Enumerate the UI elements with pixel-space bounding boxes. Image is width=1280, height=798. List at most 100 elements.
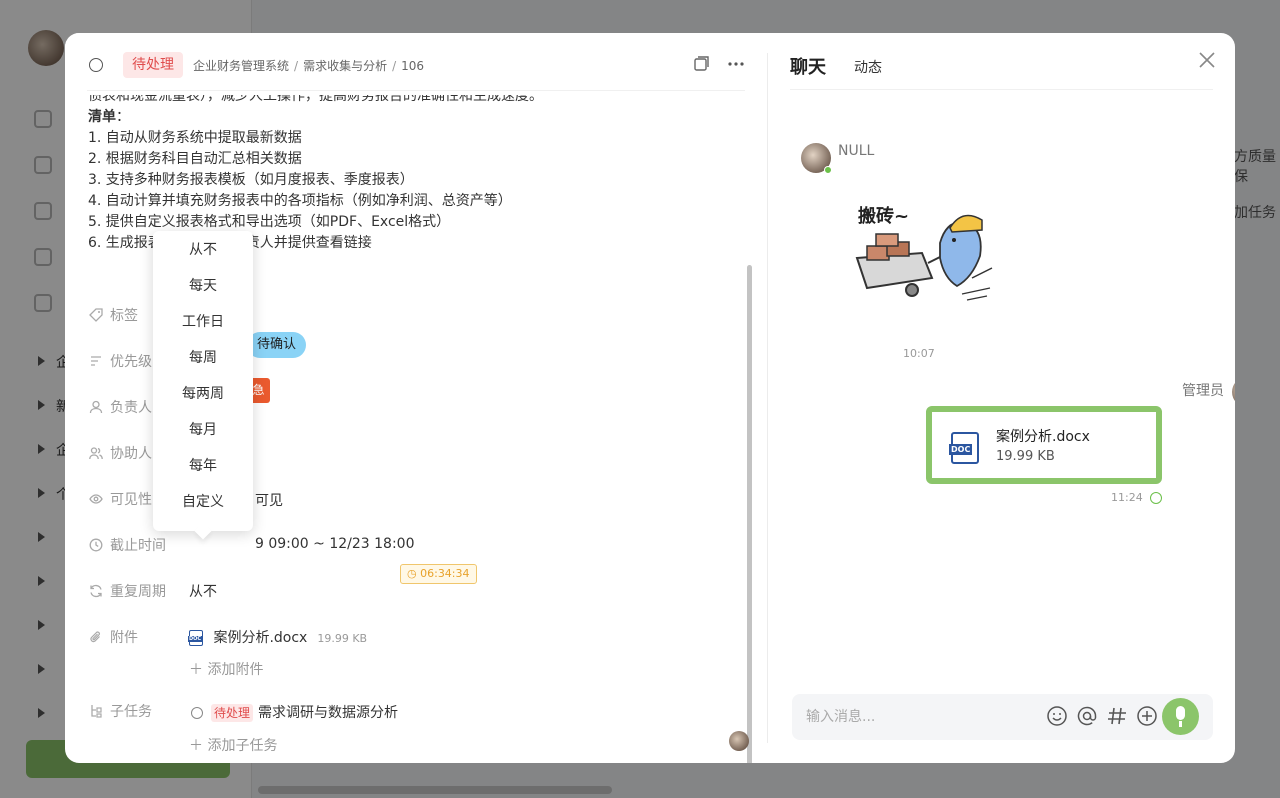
- repeat-option-daily[interactable]: 每天: [153, 268, 253, 304]
- description-item: 1. 自动从财务系统中提取最新数据: [88, 130, 302, 146]
- repeat-option-yearly[interactable]: 每年: [153, 448, 253, 484]
- task-detail-modal: 待处理 企业财务管理系统 / 需求收集与分析/106 债表和现金流量表），减少人工操…: [65, 33, 1235, 763]
- add-subtask-label: 添加子任务: [207, 738, 278, 754]
- attachment-row: 附件: [88, 626, 138, 648]
- paperclip-icon: [88, 629, 104, 645]
- message-time: 11:24: [1111, 491, 1143, 504]
- file-message-card[interactable]: DOC 案例分析.docx 19.99 KB: [926, 406, 1162, 484]
- task-detail-panel: 待处理 企业财务管理系统 / 需求收集与分析/106 债表和现金流量表），减少人工操…: [65, 33, 767, 763]
- hashtag-icon[interactable]: [1105, 705, 1129, 729]
- attachment-size: 19.99 KB: [317, 632, 368, 645]
- eye-icon: [88, 491, 104, 507]
- description-list-title: 清单: [88, 109, 116, 125]
- activity-tab[interactable]: 动态: [854, 57, 882, 77]
- more-icon[interactable]: [727, 55, 745, 77]
- header-divider: [87, 90, 745, 91]
- message-composer: [792, 694, 1213, 740]
- doc-file-icon: [188, 630, 203, 646]
- repeat-label: 重复周期: [110, 584, 166, 600]
- admin-avatar[interactable]: [1232, 377, 1235, 407]
- sender-name: 管理员: [1182, 383, 1224, 399]
- repeat-option-custom[interactable]: 自定义: [153, 484, 253, 520]
- tag-icon: [88, 307, 104, 323]
- priority-label: 优先级: [110, 354, 152, 370]
- read-status-icon: [1150, 492, 1162, 504]
- priority-icon: [88, 353, 104, 369]
- repeat-option-biweekly[interactable]: 每两周: [153, 376, 253, 412]
- add-subtask-button[interactable]: ＋ 添加子任务: [189, 735, 277, 755]
- attachment-name[interactable]: 案例分析.docx: [213, 630, 307, 646]
- clock-icon: [88, 537, 104, 553]
- subtask-row: 子任务: [88, 700, 152, 722]
- plus-icon: ＋: [189, 662, 208, 678]
- add-attachment-label: 添加附件: [207, 662, 264, 678]
- complete-task-checkbox[interactable]: [89, 58, 103, 72]
- sticker-text: 搬砖~: [858, 205, 909, 227]
- add-circle-icon[interactable]: [1135, 705, 1159, 729]
- visibility-row: 可见性: [88, 488, 152, 510]
- chat-tab-title[interactable]: 聊天: [790, 53, 826, 79]
- user-icon: [88, 399, 104, 415]
- description-item: 2. 根据财务科目自动汇总相关数据: [88, 151, 302, 167]
- file-size: 19.99 KB: [996, 449, 1055, 464]
- subtask-checkbox[interactable]: [191, 707, 203, 719]
- add-attachment-button[interactable]: ＋ 添加附件: [189, 659, 263, 679]
- repeat-option-workday[interactable]: 工作日: [153, 304, 253, 340]
- plus-icon: ＋: [189, 738, 208, 754]
- chat-panel: 聊天 动态 NULL 搬砖~ 10:07 管理员 DOC 案例分析.docx 1…: [768, 33, 1235, 763]
- breadcrumb-item[interactable]: 企业财务管理系统: [193, 59, 289, 73]
- breadcrumb: 企业财务管理系统 / 需求收集与分析/106: [193, 59, 425, 73]
- deadline-label: 截止时间: [110, 538, 166, 554]
- repeat-option-monthly[interactable]: 每月: [153, 412, 253, 448]
- subtask-label: 子任务: [110, 704, 152, 720]
- subtask-item[interactable]: 待处理 需求调研与数据源分析: [191, 702, 398, 722]
- repeat-select[interactable]: 从不: [189, 581, 217, 601]
- subtask-icon: [88, 703, 104, 719]
- visibility-value[interactable]: 可见: [255, 490, 283, 510]
- countdown-timer: ◷ 06:34:34: [400, 564, 477, 584]
- file-name[interactable]: 案例分析.docx: [996, 426, 1090, 446]
- repeat-row: 重复周期: [88, 580, 166, 602]
- task-header: 待处理 企业财务管理系统 / 需求收集与分析/106: [65, 33, 767, 95]
- sender-name: NULL: [838, 143, 875, 159]
- sticker-image: 搬砖~: [855, 205, 993, 301]
- subtask-name[interactable]: 需求调研与数据源分析: [258, 705, 398, 721]
- attachment-label: 附件: [110, 630, 138, 646]
- timer-value: 06:34:34: [420, 567, 470, 580]
- online-dot: [824, 166, 832, 174]
- message-time: 10:07: [903, 347, 935, 360]
- description-item: 5. 提供自定义报表格式和导出选项（如PDF、Excel格式）: [88, 214, 451, 230]
- message-input[interactable]: [806, 694, 1026, 740]
- priority-row: 优先级: [88, 350, 152, 372]
- description-list-colon: ：: [116, 109, 130, 125]
- sender-avatar[interactable]: [801, 143, 832, 174]
- owner-row: 负责人: [88, 396, 152, 418]
- subtask-status-badge: 待处理: [211, 704, 254, 722]
- tags-label: 标签: [110, 308, 138, 324]
- repeat-icon: [88, 583, 104, 599]
- emoji-icon[interactable]: [1045, 705, 1069, 729]
- subtask-owner-avatar[interactable]: [729, 731, 749, 751]
- repeat-option-never[interactable]: 从不: [153, 232, 253, 268]
- doc-file-icon: DOC: [949, 432, 979, 464]
- timer-clock-icon: ◷: [407, 567, 421, 580]
- description-item: 3. 支持多种财务报表模板（如月度报表、季度报表）: [88, 172, 414, 188]
- copy-icon[interactable]: [693, 55, 711, 77]
- visibility-label: 可见性: [110, 492, 152, 508]
- tag-chip[interactable]: 待确认: [247, 332, 307, 358]
- mention-icon[interactable]: [1075, 705, 1099, 729]
- status-badge[interactable]: 待处理: [123, 52, 183, 78]
- vertical-scrollbar[interactable]: [747, 265, 752, 763]
- close-icon[interactable]: [1196, 51, 1218, 73]
- tags-row: 标签: [88, 304, 138, 326]
- description-line: 债表和现金流量表），减少人工操作，提高财务报告的准确性和生成速度。: [88, 95, 543, 104]
- attachment-item[interactable]: 案例分析.docx 19.99 KB: [188, 627, 368, 647]
- repeat-option-weekly[interactable]: 每周: [153, 340, 253, 376]
- breadcrumb-item: 106: [401, 59, 425, 73]
- deadline-row: 截止时间: [88, 534, 166, 556]
- breadcrumb-item[interactable]: 需求收集与分析: [303, 59, 387, 73]
- microphone-icon[interactable]: [1162, 698, 1199, 735]
- deadline-value[interactable]: 9 09:00 ~ 12/23 18:00: [255, 536, 414, 552]
- users-icon: [88, 445, 104, 461]
- owner-label: 负责人: [110, 400, 152, 416]
